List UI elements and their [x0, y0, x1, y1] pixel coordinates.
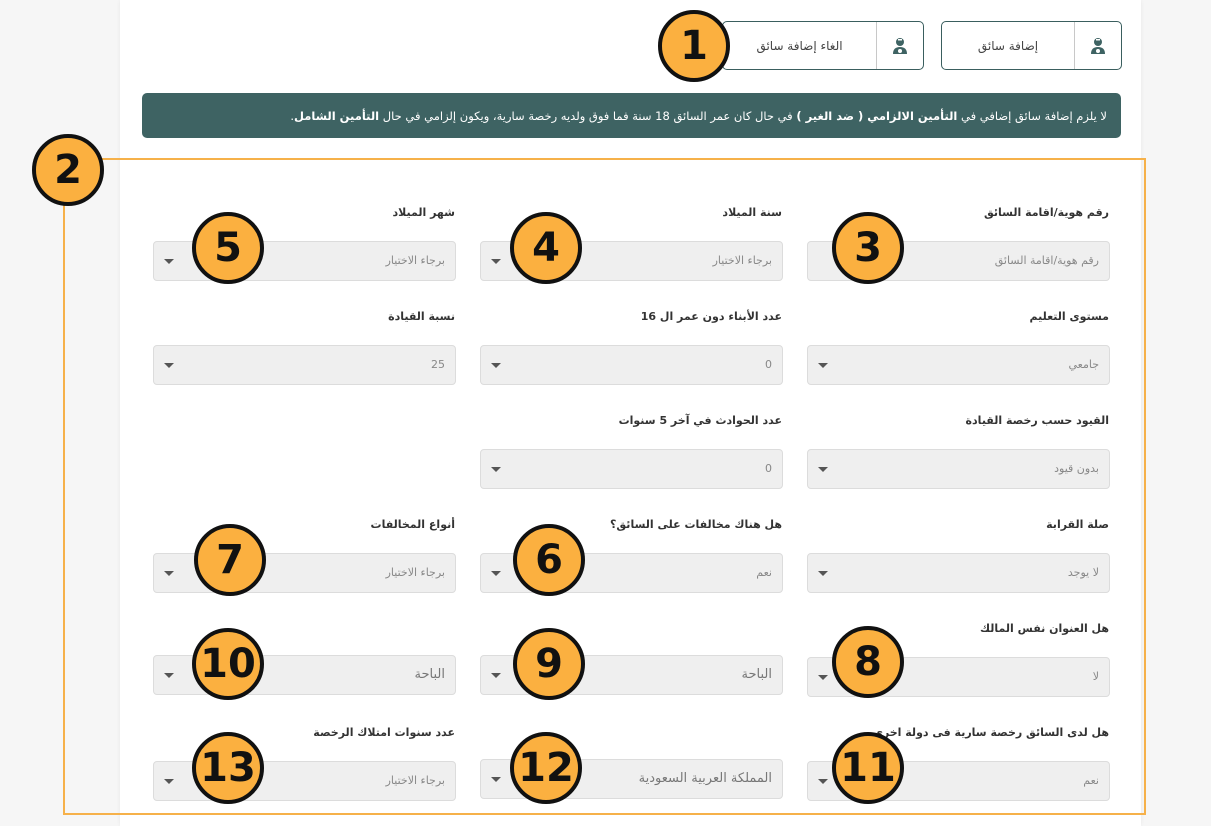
- cancel-add-driver-button[interactable]: الغاء إضافة سائق: [722, 21, 924, 70]
- violation-types-label: أنواع المخالفات: [370, 518, 455, 531]
- license-restrictions-select[interactable]: بدون قيود: [807, 449, 1110, 489]
- caret-down-icon: [818, 779, 828, 784]
- cancel-add-driver-label: الغاء إضافة سائق: [756, 38, 843, 53]
- notice-text: لا يلزم إضافة سائق إضافي في التأمين الال…: [290, 108, 1107, 123]
- id-label: رقم هوية/اقامة السائق: [983, 206, 1109, 219]
- caret-down-icon: [818, 363, 828, 368]
- badge-5: 5: [192, 212, 264, 284]
- relation-label: صلة القرابة: [1046, 518, 1109, 531]
- caret-down-icon: [491, 467, 501, 472]
- caret-down-icon: [164, 779, 174, 784]
- badge-3: 3: [832, 212, 904, 284]
- caret-down-icon: [818, 675, 828, 680]
- driver-icon: [1074, 22, 1121, 69]
- badge-6: 6: [513, 524, 585, 596]
- badge-7: 7: [194, 524, 266, 596]
- caret-down-icon: [164, 363, 174, 368]
- foreign-license-label: هل لدى السائق رخصة سارية فى دولة اخرى: [872, 726, 1109, 739]
- children-select[interactable]: 0: [480, 345, 783, 385]
- license-years-label: عدد سنوات امتلاك الرخصة: [313, 726, 455, 739]
- caret-down-icon: [164, 259, 174, 264]
- driver-icon: [876, 22, 923, 69]
- caret-down-icon: [491, 363, 501, 368]
- badge-12: 12: [510, 732, 582, 804]
- license-restrictions-label: القيود حسب رخصة القيادة: [965, 414, 1109, 427]
- education-label: مستوى التعليم: [1029, 310, 1109, 323]
- birth-month-label: شهر الميلاد: [392, 206, 455, 219]
- education-select[interactable]: جامعي: [807, 345, 1110, 385]
- accidents-select[interactable]: 0: [480, 449, 783, 489]
- caret-down-icon: [818, 571, 828, 576]
- same-address-label: هل العنوان نفس المالك: [980, 622, 1109, 635]
- badge-2: 2: [32, 134, 104, 206]
- driving-ratio-select[interactable]: 25: [153, 345, 456, 385]
- driving-ratio-label: نسبة القيادة: [388, 310, 455, 323]
- add-driver-label: إضافة سائق: [977, 38, 1039, 53]
- caret-down-icon: [164, 571, 174, 576]
- badge-1: 1: [658, 10, 730, 82]
- badge-9: 9: [513, 628, 585, 700]
- badge-4: 4: [510, 212, 582, 284]
- accidents-label: عدد الحوادث في آخر 5 سنوات: [618, 414, 782, 427]
- notice-banner: لا يلزم إضافة سائق إضافي في التأمين الال…: [142, 93, 1121, 138]
- children-label: عدد الأبناء دون عمر ال 16: [640, 310, 782, 323]
- violations-label: هل هناك مخالفات على السائق؟: [610, 518, 782, 531]
- caret-down-icon: [818, 467, 828, 472]
- relation-select[interactable]: لا يوجد: [807, 553, 1110, 593]
- badge-10: 10: [192, 628, 264, 700]
- caret-down-icon: [491, 673, 501, 678]
- caret-down-icon: [491, 777, 501, 782]
- badge-8: 8: [832, 626, 904, 698]
- caret-down-icon: [491, 259, 501, 264]
- badge-11: 11: [832, 732, 904, 804]
- caret-down-icon: [164, 673, 174, 678]
- badge-13: 13: [192, 732, 264, 804]
- birth-year-label: سنة الميلاد: [722, 206, 782, 219]
- add-driver-button[interactable]: إضافة سائق: [941, 21, 1122, 70]
- caret-down-icon: [491, 571, 501, 576]
